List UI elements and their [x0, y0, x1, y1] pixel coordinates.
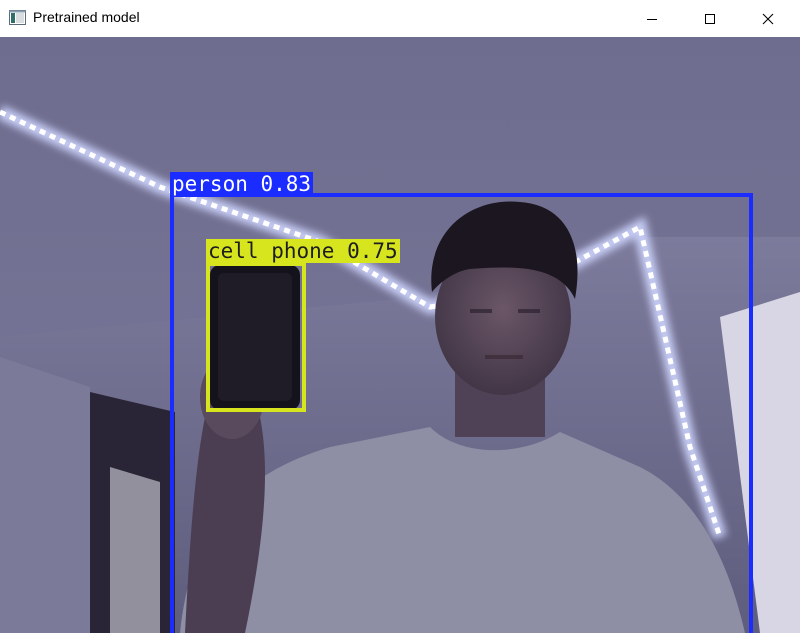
video-frame: person 0.83 cell phone 0.75 — [0, 37, 800, 633]
close-icon — [762, 13, 774, 25]
app-window-icon — [9, 10, 26, 25]
maximize-button[interactable] — [687, 0, 733, 37]
app-window: Pretrained model person 0.83 cell phone … — [0, 0, 800, 633]
cell-phone-detection-label: cell phone 0.75 — [206, 239, 400, 263]
minimize-button[interactable] — [629, 0, 675, 37]
maximize-icon — [704, 13, 716, 25]
cell-phone-detection-box — [206, 262, 306, 412]
person-detection-label: person 0.83 — [170, 172, 314, 196]
window-title: Pretrained model — [33, 9, 140, 25]
title-bar[interactable]: Pretrained model — [0, 0, 800, 37]
close-button[interactable] — [745, 0, 791, 37]
minimize-icon — [646, 13, 658, 25]
